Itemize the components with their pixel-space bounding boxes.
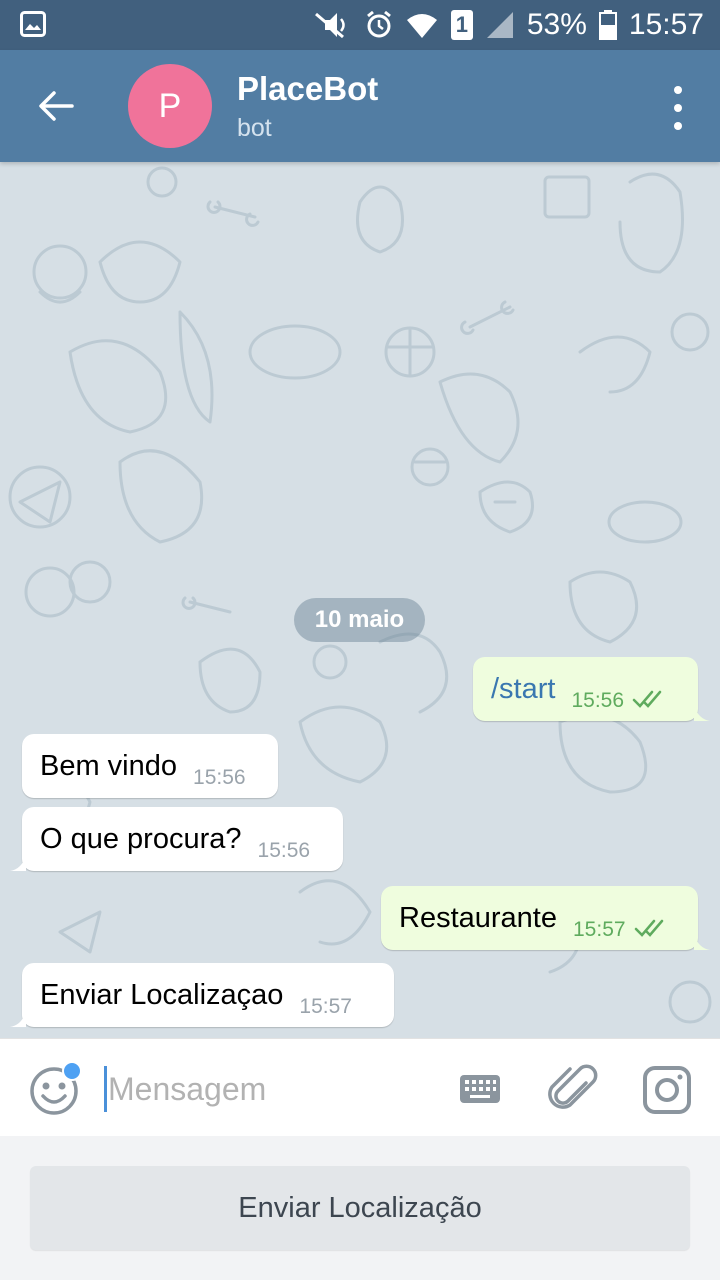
double-check-icon — [634, 919, 663, 937]
attach-button[interactable] — [548, 1061, 600, 1117]
sim-indicator: 1 — [450, 10, 473, 40]
camera-icon — [643, 1066, 691, 1114]
chat-title[interactable]: PlaceBot — [237, 70, 378, 108]
message-time: 15:56 — [257, 839, 311, 862]
bot-keyboard: Enviar Localização — [0, 1136, 720, 1280]
double-check-icon — [632, 690, 662, 708]
battery-percent: 53% — [526, 8, 587, 41]
message-time: 15:56 — [571, 689, 625, 712]
clock: 15:57 — [628, 8, 704, 41]
arrow-left-icon — [39, 91, 74, 121]
emoji-notification-dot — [62, 1061, 82, 1081]
message-text[interactable]: /start — [491, 673, 555, 706]
battery-icon — [598, 10, 617, 40]
wifi-icon — [405, 10, 439, 40]
bubble-tail — [694, 934, 710, 950]
date-separator: 10 maio — [294, 598, 425, 642]
back-button[interactable] — [28, 78, 84, 134]
signal-icon — [485, 10, 515, 40]
gallery-notification-icon — [20, 11, 46, 42]
message-list[interactable]: 10 maio /start 15:56 Bem vindo 15:56 O q… — [0, 162, 720, 1038]
message-time: 15:57 — [573, 918, 626, 941]
keyboard-toggle-button[interactable] — [456, 1067, 504, 1111]
text-cursor — [104, 1066, 107, 1112]
message-bubble-incoming[interactable]: Bem vindo 15:56 — [22, 734, 278, 798]
paperclip-icon — [548, 1064, 598, 1109]
message-text[interactable]: Bem vindo — [40, 750, 177, 783]
message-composer — [0, 1038, 720, 1136]
message-bubble-incoming[interactable]: O que procura? 15:56 — [22, 807, 343, 871]
message-text[interactable]: O que procura? — [40, 823, 242, 856]
bubble-tail — [694, 705, 710, 721]
avatar[interactable]: P — [128, 64, 212, 148]
keyboard-icon — [460, 1075, 500, 1103]
mute-icon — [313, 10, 353, 40]
status-bar: 1 53% 15:57 — [0, 0, 720, 50]
message-time: 15:56 — [193, 766, 246, 789]
message-text[interactable]: Enviar Localizaçao — [40, 979, 283, 1012]
alarm-icon — [365, 10, 393, 40]
send-location-button[interactable]: Enviar Localização — [30, 1166, 690, 1250]
message-time: 15:57 — [299, 995, 352, 1018]
chat-header: P PlaceBot bot — [0, 50, 720, 162]
message-bubble-incoming[interactable]: Enviar Localizaçao 15:57 — [22, 963, 394, 1027]
chat-subtitle: bot — [237, 114, 272, 142]
message-bubble-outgoing[interactable]: Restaurante 15:57 — [381, 886, 698, 950]
bubble-tail — [10, 1011, 26, 1027]
message-text[interactable]: Restaurante — [399, 902, 557, 935]
more-vertical-icon — [674, 86, 682, 94]
message-input[interactable] — [108, 1065, 438, 1113]
bubble-tail — [10, 855, 26, 871]
more-menu-button[interactable] — [666, 86, 690, 130]
message-bubble-outgoing[interactable]: /start 15:56 — [473, 657, 698, 721]
camera-button[interactable] — [640, 1063, 694, 1117]
